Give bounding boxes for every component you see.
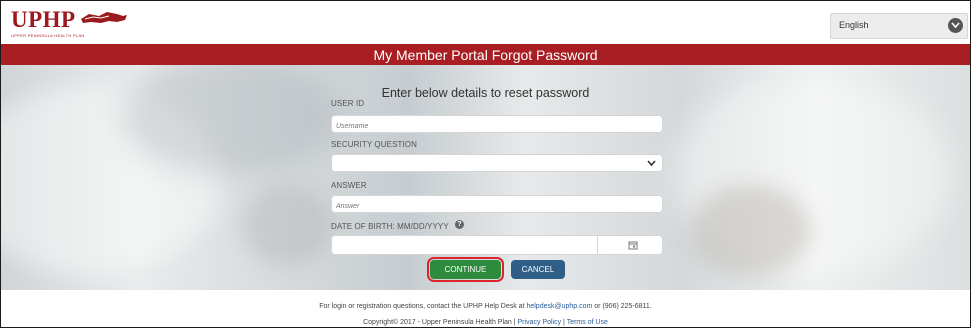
help-email-link[interactable]: helpdesk@uphp.com	[526, 303, 592, 310]
user-id-label: USER ID	[331, 99, 365, 108]
privacy-policy-link[interactable]: Privacy Policy	[518, 319, 562, 326]
help-icon[interactable]: ?	[455, 220, 464, 229]
terms-of-use-link[interactable]: Terms of Use	[567, 319, 608, 326]
page-title: My Member Portal Forgot Password	[373, 47, 598, 63]
logo-tagline: UPPER PENINSULA HEALTH PLAN	[11, 33, 85, 38]
footer-help-text: For login or registration questions, con…	[1, 303, 970, 310]
calendar-icon[interactable]	[628, 240, 638, 250]
security-question-label: SECURITY QUESTION	[331, 140, 418, 149]
copyright-text: Copyright© 2017 - Upper Peninsula Health…	[363, 319, 518, 326]
footer-copyright: Copyright© 2017 - Upper Peninsula Health…	[1, 319, 970, 326]
chevron-down-icon[interactable]	[948, 18, 963, 33]
divider	[597, 236, 598, 254]
top-header: UPHP UPPER PENINSULA HEALTH PLAN English	[1, 1, 970, 44]
form-heading: Enter below details to reset password	[381, 86, 590, 100]
dob-label: DATE OF BIRTH: MM/DD/YYYY	[331, 222, 449, 231]
answer-input[interactable]	[331, 195, 663, 213]
language-value: English	[839, 20, 869, 30]
security-question-select[interactable]	[331, 154, 663, 172]
page-frame: UPHP UPPER PENINSULA HEALTH PLAN English…	[0, 0, 971, 328]
uphp-logo[interactable]: UPHP UPPER PENINSULA HEALTH PLAN	[11, 7, 131, 41]
language-select[interactable]: English	[830, 13, 968, 39]
michigan-map-icon	[81, 12, 127, 23]
chevron-down-icon	[647, 160, 656, 167]
continue-button[interactable]: CONTINUE	[427, 257, 504, 282]
dob-input[interactable]	[331, 235, 663, 255]
user-id-input[interactable]	[331, 115, 663, 133]
footer-help-prefix: For login or registration questions, con…	[319, 303, 527, 310]
answer-label: ANSWER	[331, 181, 367, 190]
cancel-button[interactable]: CANCEL	[511, 260, 565, 279]
page-title-bar: My Member Portal Forgot Password	[1, 44, 970, 65]
footer-help-suffix: or (906) 225-6811.	[592, 303, 652, 310]
logo-text: UPHP	[11, 7, 76, 32]
